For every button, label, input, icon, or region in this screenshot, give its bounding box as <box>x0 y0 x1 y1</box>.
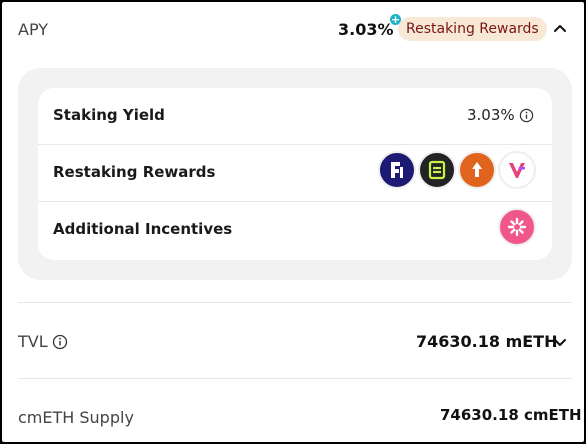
divider <box>18 302 572 303</box>
eigenlayer-logo-icon <box>378 151 416 189</box>
apy-value: 3.03% <box>338 20 394 39</box>
info-icon[interactable] <box>519 108 534 123</box>
additional-incentives-label: Additional Incentives <box>53 220 233 238</box>
tvl-label: TVL <box>18 332 48 351</box>
info-icon[interactable] <box>52 334 68 350</box>
restaking-rewards-label: Restaking Rewards <box>53 163 216 181</box>
cmeth-supply-value: 74630.18 cmETH <box>440 406 582 424</box>
incentive-token-icons <box>498 208 536 246</box>
karak-logo-icon <box>458 151 496 189</box>
cmeth-supply-label: cmETH Supply <box>18 408 134 427</box>
veda-logo-icon <box>498 151 536 189</box>
apy-breakdown-list: Staking Yield 3.03% Restaking Rewards Ad… <box>38 88 552 260</box>
restaking-rewards-row: Restaking Rewards <box>38 145 552 202</box>
staking-yield-label: Staking Yield <box>53 106 165 124</box>
staking-yield-value: 3.03% <box>467 106 515 124</box>
staking-yield-row: Staking Yield 3.03% <box>38 88 552 145</box>
cook-logo-icon <box>498 208 536 246</box>
chevron-down-icon[interactable] <box>550 332 570 352</box>
apy-breakdown-card: Staking Yield 3.03% Restaking Rewards Ad… <box>18 68 572 280</box>
additional-incentives-row: Additional Incentives <box>38 202 552 258</box>
divider <box>18 378 572 379</box>
apy-label: APY <box>18 20 49 39</box>
tvl-value: 74630.18 mETH <box>416 332 558 351</box>
symbiotic-logo-icon <box>418 151 456 189</box>
restaking-token-icons <box>378 151 536 189</box>
chevron-up-icon[interactable] <box>550 18 570 38</box>
apy-panel: APY 3.03% + Restaking Rewards Staking Yi… <box>2 2 584 442</box>
restaking-rewards-pill: Restaking Rewards <box>398 17 547 41</box>
